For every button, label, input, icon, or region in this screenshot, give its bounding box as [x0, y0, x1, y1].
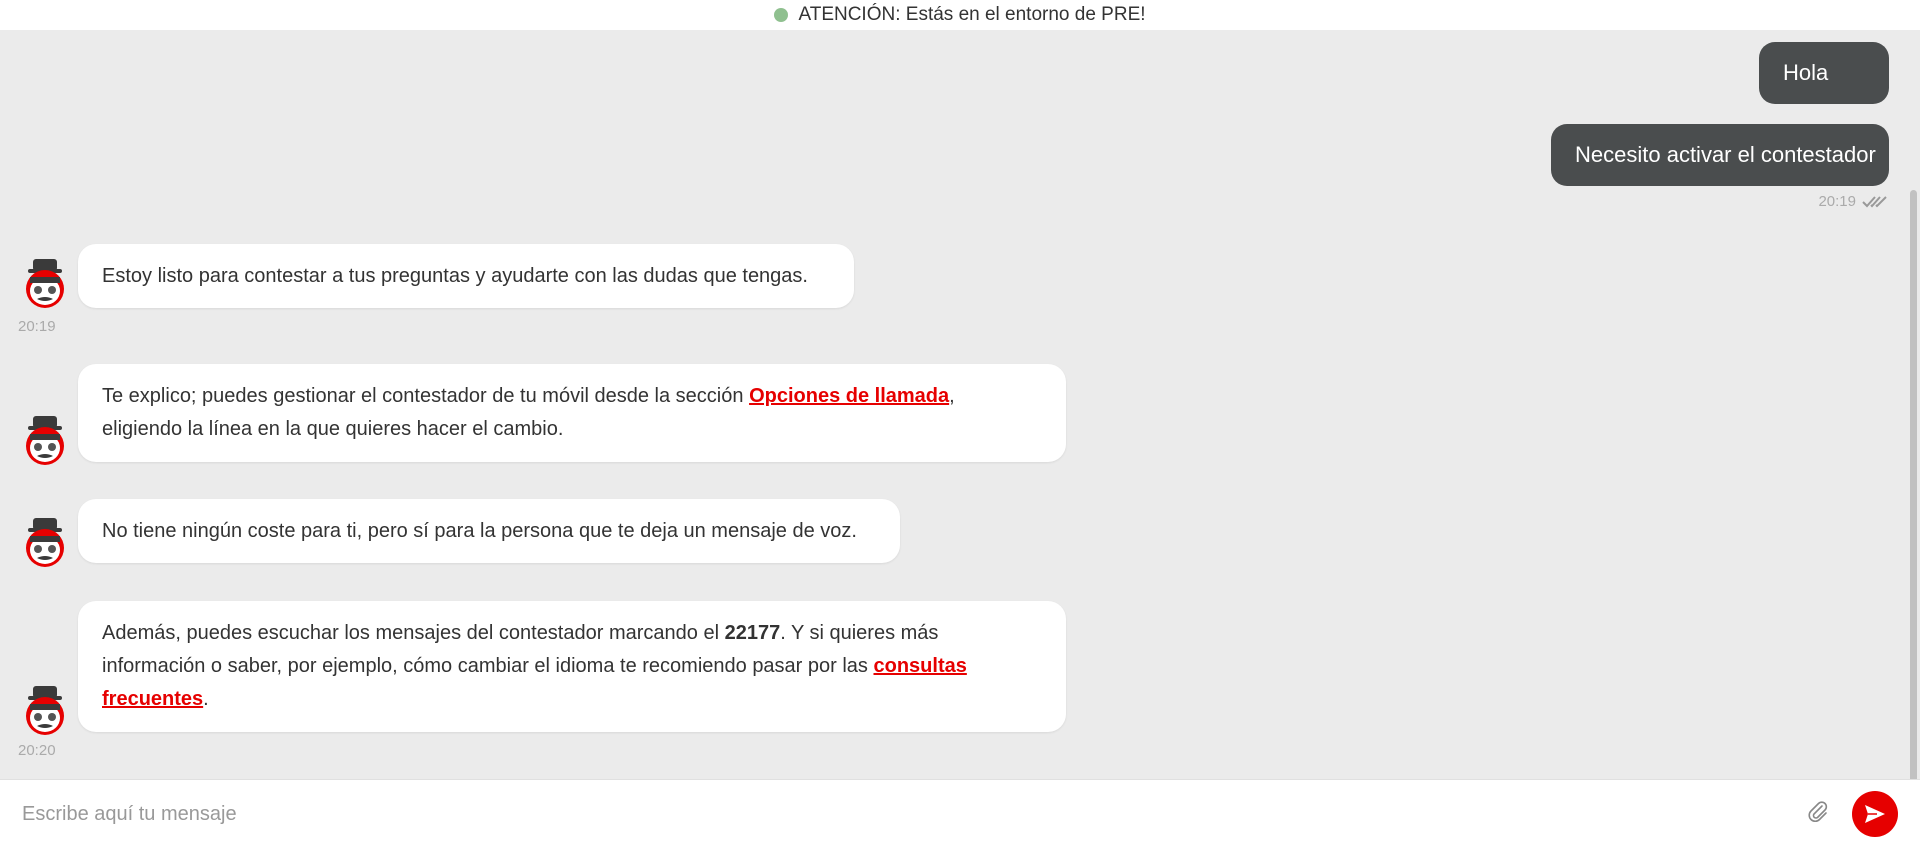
bot-message-text: .	[203, 688, 209, 710]
banner-text: ATENCIÓN: Estás en el entorno de PRE!	[798, 4, 1146, 25]
chat-area[interactable]: Hola Necesito activar el contestador 20:…	[0, 30, 1920, 779]
bot-message: Te explico; puedes gestionar el contesta…	[78, 364, 1066, 462]
status-dot-icon	[774, 8, 789, 22]
bot-avatar-icon	[26, 686, 64, 735]
bot-message-text: eligiendo la línea en la que quieres hac…	[102, 418, 564, 440]
bot-message-text: . Y si quieres más	[780, 622, 939, 644]
user-message-text: Hola	[1783, 60, 1829, 85]
send-icon	[1865, 805, 1885, 823]
user-message: Necesito activar el contestador	[1551, 124, 1889, 186]
user-message-text: Necesito activar el contestador	[1575, 142, 1876, 167]
message-time: 20:20	[18, 742, 56, 759]
consultas-frecuentes-link[interactable]: consultas	[873, 655, 966, 677]
message-input-bar	[0, 779, 1920, 846]
send-button[interactable]	[1852, 791, 1898, 837]
bot-message-text: información o saber, por ejemplo, cómo c…	[102, 655, 874, 677]
bot-message-text: Te explico; puedes gestionar el contesta…	[102, 385, 750, 407]
environment-banner: ATENCIÓN: Estás en el entorno de PRE!	[0, 0, 1920, 30]
consultas-frecuentes-link[interactable]: frecuentes	[102, 688, 203, 710]
phone-number: 22177	[724, 622, 781, 644]
bot-message: Estoy listo para contestar a tus pregunt…	[78, 244, 854, 308]
bot-avatar-icon	[26, 416, 64, 465]
bot-message-text: ,	[949, 385, 955, 407]
user-message: Hola	[1759, 42, 1889, 104]
double-check-icon	[1862, 195, 1887, 207]
message-input[interactable]	[20, 794, 1784, 834]
message-time: 20:19	[1818, 193, 1856, 210]
paperclip-icon[interactable]	[1806, 800, 1830, 824]
bot-message-text: No tiene ningún coste para ti, pero sí p…	[102, 519, 857, 542]
bot-message-text: Estoy listo para contestar a tus pregunt…	[102, 264, 808, 287]
bot-message: Además, puedes escuchar los mensajes del…	[78, 601, 1066, 732]
bot-avatar-icon	[26, 518, 64, 567]
opciones-de-llamada-link[interactable]: Opciones de llamada	[749, 385, 949, 407]
user-message-meta: 20:19	[1818, 193, 1888, 210]
chat-scrollbar[interactable]	[1910, 190, 1917, 779]
message-time: 20:19	[18, 318, 56, 335]
bot-avatar-icon	[26, 259, 64, 308]
bot-message: No tiene ningún coste para ti, pero sí p…	[78, 499, 900, 563]
bot-message-text: Además, puedes escuchar los mensajes del…	[102, 622, 725, 644]
